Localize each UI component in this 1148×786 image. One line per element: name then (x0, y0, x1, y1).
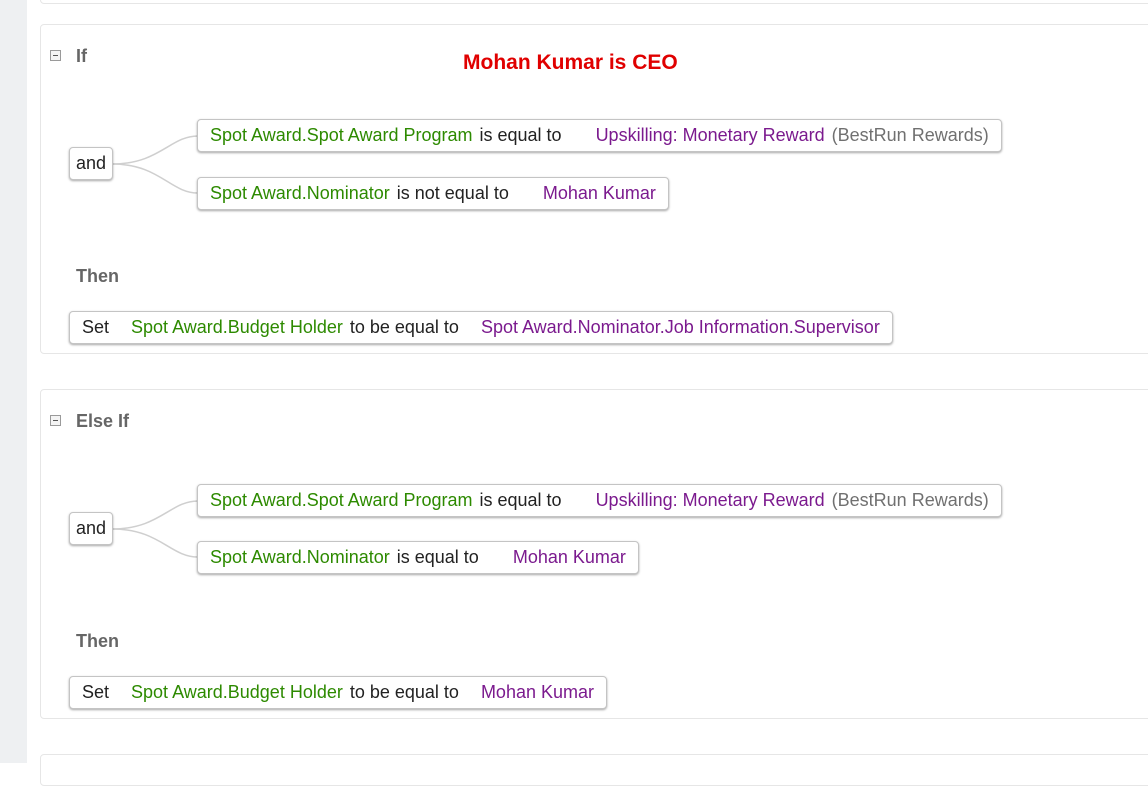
condition-value: Mohan Kumar (542, 183, 656, 203)
condition-operator: is not equal to (396, 183, 509, 203)
condition-field: Spot Award.Nominator (210, 547, 390, 567)
action-value: Spot Award.Nominator.Job Information.Sup… (480, 317, 880, 337)
else-if-action[interactable]: Set Spot Award.Budget Holder to be equal… (69, 676, 607, 709)
action-verb: Set (82, 682, 110, 702)
if-then-label: Then (76, 266, 119, 286)
if-collapse-toggle-icon[interactable] (50, 50, 61, 61)
action-verb: Set (82, 317, 110, 337)
condition-field: Spot Award.Spot Award Program (210, 490, 473, 510)
else-if-collapse-toggle-icon[interactable] (50, 415, 61, 426)
condition-operator: is equal to (479, 125, 562, 145)
previous-rule-block (40, 0, 1148, 4)
condition-value: Mohan Kumar (512, 547, 626, 567)
else-if-label: Else If (76, 411, 130, 431)
else-if-condition-connector (111, 500, 199, 558)
if-and-operator[interactable]: and (69, 147, 114, 180)
condition-value: Upskilling: Monetary Reward (595, 490, 825, 510)
condition-field: Spot Award.Spot Award Program (210, 125, 473, 145)
action-operator: to be equal to (349, 682, 459, 702)
if-condition-2[interactable]: Spot Award.Nominator is not equal to Moh… (197, 177, 669, 210)
condition-operator: is equal to (396, 547, 479, 567)
else-if-condition-1[interactable]: Spot Award.Spot Award Program is equal t… (197, 484, 1002, 517)
if-condition-1[interactable]: Spot Award.Spot Award Program is equal t… (197, 119, 1002, 152)
if-label: If (76, 46, 87, 66)
action-operator: to be equal to (349, 317, 459, 337)
condition-field: Spot Award.Nominator (210, 183, 390, 203)
else-if-condition-2[interactable]: Spot Award.Nominator is equal to Mohan K… (197, 541, 639, 574)
action-field: Spot Award.Budget Holder (131, 682, 343, 702)
condition-operator: is equal to (479, 490, 562, 510)
condition-value-suffix: (BestRun Rewards) (831, 490, 989, 510)
else-if-and-operator[interactable]: and (69, 512, 114, 545)
next-rule-block (40, 754, 1148, 786)
action-field: Spot Award.Budget Holder (131, 317, 343, 337)
action-value: Mohan Kumar (480, 682, 594, 702)
if-action[interactable]: Set Spot Award.Budget Holder to be equal… (69, 311, 893, 344)
else-if-then-label: Then (76, 631, 119, 651)
condition-value: Upskilling: Monetary Reward (595, 125, 825, 145)
condition-value-suffix: (BestRun Rewards) (831, 125, 989, 145)
ceo-annotation: Mohan Kumar is CEO (463, 51, 678, 74)
left-gutter (0, 0, 27, 763)
